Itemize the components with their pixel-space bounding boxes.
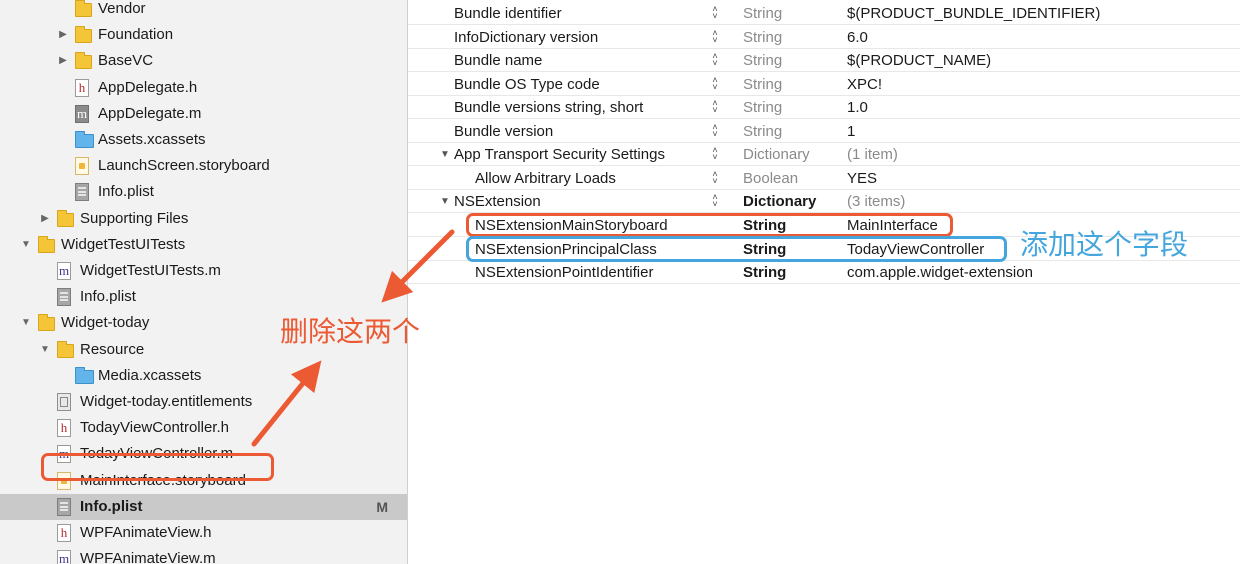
arrow-to-storyboard-file xyxy=(251,360,322,447)
arrow-to-plist-row xyxy=(381,229,455,303)
annotation-arrows xyxy=(251,229,455,447)
